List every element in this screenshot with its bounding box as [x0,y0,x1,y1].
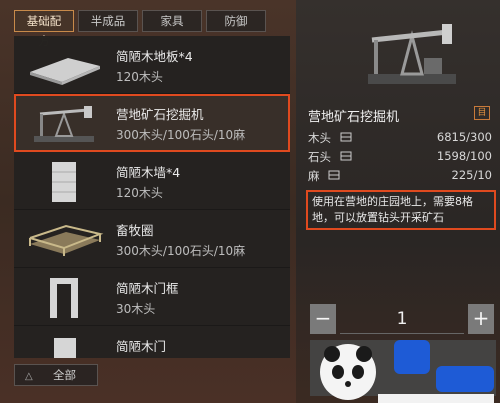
recipe-name: 简陋木地板*4 [116,49,193,64]
recipe-item-livestock-pen[interactable]: 畜牧圈 300木头/100石头/10麻 [14,210,290,268]
tab-defense[interactable]: 防御 [206,10,266,32]
description-text: 使用在营地的庄园地上，需要8格地，可以放置钻头开采矿石 [306,190,496,230]
watermark-logo [320,340,494,403]
storage-icon [340,151,352,161]
recipe-name: 简陋木门框 [116,281,179,296]
floor-icon [30,58,100,85]
pumpjack-icon [368,24,456,84]
recipe-name: 简陋木门 [116,339,167,354]
category-tabs: 基础配方 半成品 家具 防御 [14,10,266,48]
recipe-list: 简陋木地板*4 120木头 营地矿石挖掘机 300木头/100石头/10麻 简陋… [14,36,290,358]
recipe-item-doorframe[interactable]: 简陋木门框 30木头 [14,268,290,326]
resource-value: 225/10 [451,168,492,182]
detail-title: 营地矿石挖掘机 [308,110,400,125]
decrease-button[interactable]: − [310,304,336,334]
storage-icon [340,132,352,142]
filter-all-label: 全部 [53,368,76,382]
pen-icon [29,224,104,256]
recipe-item-floor[interactable]: 简陋木地板*4 120木头 [14,36,290,94]
recipe-name: 营地矿石挖掘机 [116,107,204,122]
recipe-item-wall[interactable]: 简陋木墙*4 120木头 [14,152,290,210]
recipe-name: 畜牧圈 [116,223,154,238]
resource-name: 麻 [308,169,320,183]
resource-value: 6815/300 [436,130,492,144]
resource-row-hemp: 麻 225/10 [308,168,492,186]
tab-semi-finished[interactable]: 半成品 [78,10,138,32]
increase-button[interactable]: + [468,304,494,334]
recipe-item-ore-excavator[interactable]: 营地矿石挖掘机 300木头/100石头/10麻 [14,94,290,152]
quantity-stepper: − 1 + [310,304,494,334]
chevron-up-icon: △ [25,371,33,382]
resource-row-wood: 木头 6815/300 [308,130,492,148]
pumpjack-icon [34,106,94,142]
recipe-cost: 300木头/100石头/10麻 [116,128,246,142]
recipe-cost: 120木头 [116,70,163,84]
recipe-cost: 30木头 [116,302,156,316]
tab-furniture[interactable]: 家具 [142,10,202,32]
recipe-cost: 300木头/100石头/10麻 [116,244,246,258]
door-icon [54,338,76,358]
resource-name: 木头 [308,131,331,145]
resource-value: 1598/100 [436,149,492,163]
info-icon[interactable]: 目 [474,106,490,120]
resource-row-stone: 石头 1598/100 [308,149,492,167]
recipe-cost: 120木头 [116,186,163,200]
quantity-value: 1 [340,304,464,334]
resource-name: 石头 [308,150,331,164]
recipe-name: 简陋木墙*4 [116,165,181,180]
recipe-item-door[interactable]: 简陋木门 [14,326,290,358]
doorframe-icon [50,278,78,318]
filter-all-button[interactable]: △ 全部 [14,364,98,386]
tab-basic-recipes[interactable]: 基础配方 [14,10,74,48]
wall-icon [52,162,76,202]
storage-icon [328,170,340,180]
